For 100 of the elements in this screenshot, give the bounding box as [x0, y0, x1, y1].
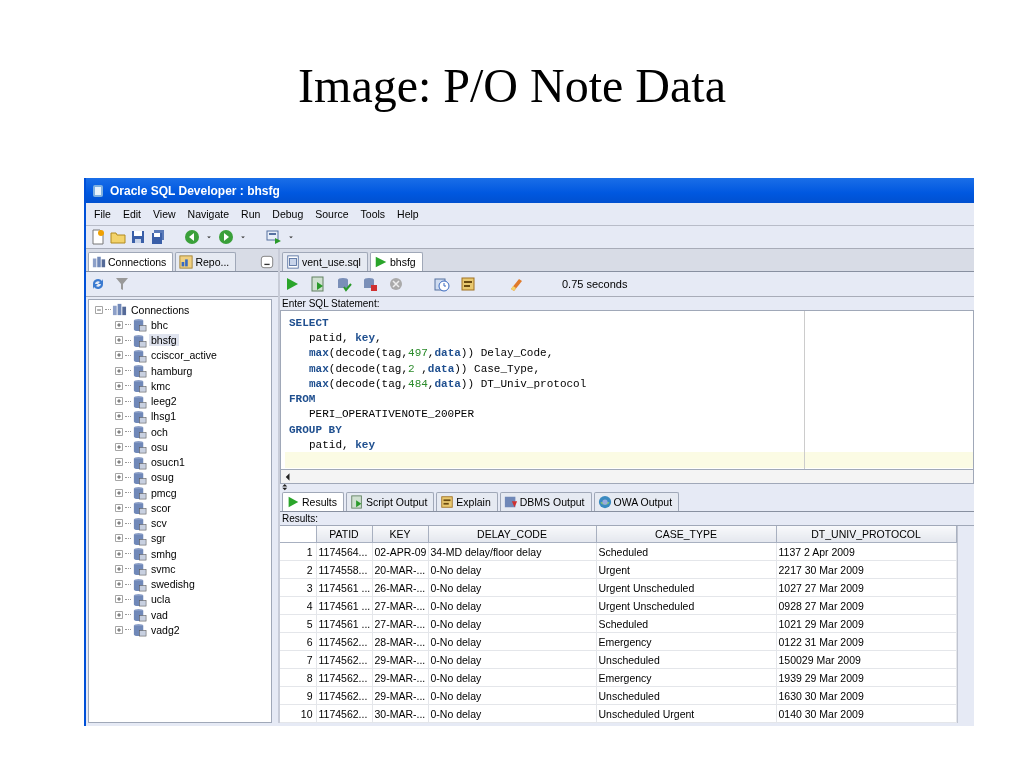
tree-item[interactable]: och — [149, 425, 170, 438]
tree-item[interactable]: cciscor_active — [149, 349, 219, 362]
tree-item[interactable]: sgr — [149, 532, 168, 545]
tree-item[interactable]: osu — [149, 440, 170, 453]
tree-item[interactable]: smhg — [149, 547, 179, 560]
list-icon — [440, 495, 455, 509]
table-cell: 0140 30 Mar 2009 — [776, 704, 956, 723]
tree-item[interactable]: hamburg — [149, 364, 195, 377]
expand-icon[interactable] — [113, 486, 125, 499]
elapsed-time: 0.75 seconds — [562, 278, 628, 290]
expand-icon[interactable] — [113, 379, 125, 392]
tab[interactable]: Results — [282, 492, 344, 511]
eraser-icon[interactable] — [508, 276, 524, 292]
tree-item[interactable]: leeg2 — [149, 395, 179, 408]
refresh-icon[interactable] — [90, 276, 106, 292]
column-header[interactable]: CASE_TYPE — [596, 526, 776, 543]
new-file-icon[interactable] — [90, 229, 106, 245]
expand-icon[interactable] — [113, 410, 125, 423]
report-icon — [179, 255, 194, 269]
table-cell: Scheduled — [596, 614, 776, 633]
column-header[interactable]: DT_UNIV_PROTOCOL — [776, 526, 956, 543]
expand-icon[interactable] — [113, 547, 125, 560]
menu-item[interactable]: File — [88, 208, 117, 220]
expand-icon[interactable] — [113, 517, 125, 530]
table-cell: 0-No delay — [428, 668, 596, 687]
back-icon[interactable] — [184, 229, 200, 245]
column-header[interactable]: PATID — [316, 526, 372, 543]
expand-icon[interactable] — [113, 471, 125, 484]
tree-item[interactable]: scor — [149, 501, 173, 514]
menu-item[interactable]: Run — [235, 208, 267, 220]
save-all-icon[interactable] — [150, 229, 166, 245]
expand-icon[interactable] — [113, 364, 125, 377]
tab[interactable]: Repo... — [175, 252, 237, 271]
database-icon — [132, 500, 147, 516]
expand-icon[interactable] — [113, 578, 125, 591]
database-icon — [132, 454, 147, 470]
tab[interactable]: Script Output — [346, 492, 435, 511]
expand-icon[interactable] — [113, 334, 125, 347]
run-script-icon[interactable] — [310, 276, 326, 292]
expand-icon[interactable] — [113, 456, 125, 469]
rollback-icon[interactable] — [362, 276, 378, 292]
tree-item[interactable]: svmc — [149, 562, 178, 575]
expand-icon[interactable] — [113, 562, 125, 575]
expand-icon[interactable] — [113, 608, 125, 621]
save-icon[interactable] — [130, 229, 146, 245]
cancel-icon[interactable] — [388, 276, 404, 292]
commit-icon[interactable] — [336, 276, 352, 292]
tree-item[interactable]: osug — [149, 471, 176, 484]
tab[interactable]: vent_use.sql — [282, 252, 368, 271]
table-cell: 0-No delay — [428, 686, 596, 705]
expand-icon[interactable] — [113, 623, 125, 636]
tree-item[interactable]: scv — [149, 517, 169, 530]
expand-icon[interactable] — [113, 593, 125, 606]
row-number: 10 — [280, 704, 316, 723]
table-cell: 02-APR-09 — [372, 542, 428, 561]
tab[interactable]: DBMS Output — [499, 492, 592, 511]
vertical-scrollbar[interactable] — [957, 526, 974, 723]
explain-icon[interactable] — [460, 276, 476, 292]
tab[interactable]: Connections — [88, 252, 174, 271]
menu-item[interactable]: Edit — [116, 208, 147, 220]
expand-icon[interactable] — [113, 425, 125, 438]
column-header[interactable]: KEY — [372, 526, 428, 543]
menu-item[interactable]: Navigate — [181, 208, 236, 220]
expand-icon[interactable] — [113, 395, 125, 408]
tab[interactable]: Explain — [436, 492, 498, 511]
database-icon — [132, 561, 147, 577]
expand-icon[interactable] — [113, 318, 125, 331]
forward-icon[interactable] — [218, 229, 234, 245]
filter-icon[interactable] — [114, 276, 130, 292]
tree-item[interactable]: Connections — [129, 303, 192, 316]
menu-item[interactable]: Source — [309, 208, 355, 220]
play-icon[interactable] — [284, 276, 300, 292]
menu-item[interactable]: View — [147, 208, 182, 220]
tree-item[interactable]: osucn1 — [149, 456, 187, 469]
tree-item[interactable]: pmcg — [149, 486, 179, 499]
column-header[interactable]: DELAY_CODE — [428, 526, 596, 543]
tab[interactable]: bhsfg — [369, 252, 423, 271]
menu-item[interactable]: Tools — [354, 208, 392, 220]
tree-item[interactable]: bhsfg — [149, 334, 179, 347]
tree-item[interactable]: lhsg1 — [149, 410, 179, 423]
code-line: max(decode(tag,2 ,data)) Case_Type, — [309, 362, 541, 375]
play-icon — [286, 495, 300, 509]
autotrace-icon[interactable] — [434, 276, 450, 292]
collapse-icon[interactable] — [93, 303, 105, 316]
sql-run-icon[interactable] — [266, 229, 282, 245]
expand-icon[interactable] — [113, 349, 125, 362]
menu-item[interactable]: Help — [391, 208, 425, 220]
minimize-icon[interactable] — [260, 255, 274, 269]
tree-item[interactable]: swedishg — [149, 578, 197, 591]
tree-item[interactable]: bhc — [149, 318, 170, 331]
tab[interactable]: OWA Output — [593, 492, 680, 511]
tree-item[interactable]: ucla — [149, 593, 173, 606]
expand-icon[interactable] — [113, 440, 125, 453]
expand-icon[interactable] — [113, 501, 125, 514]
tree-item[interactable]: vad — [149, 608, 170, 621]
expand-icon[interactable] — [113, 532, 125, 545]
menu-item[interactable]: Debug — [266, 208, 310, 220]
tree-item[interactable]: kmc — [149, 379, 173, 392]
tree-item[interactable]: vadg2 — [149, 623, 182, 636]
database-icon — [132, 591, 147, 607]
